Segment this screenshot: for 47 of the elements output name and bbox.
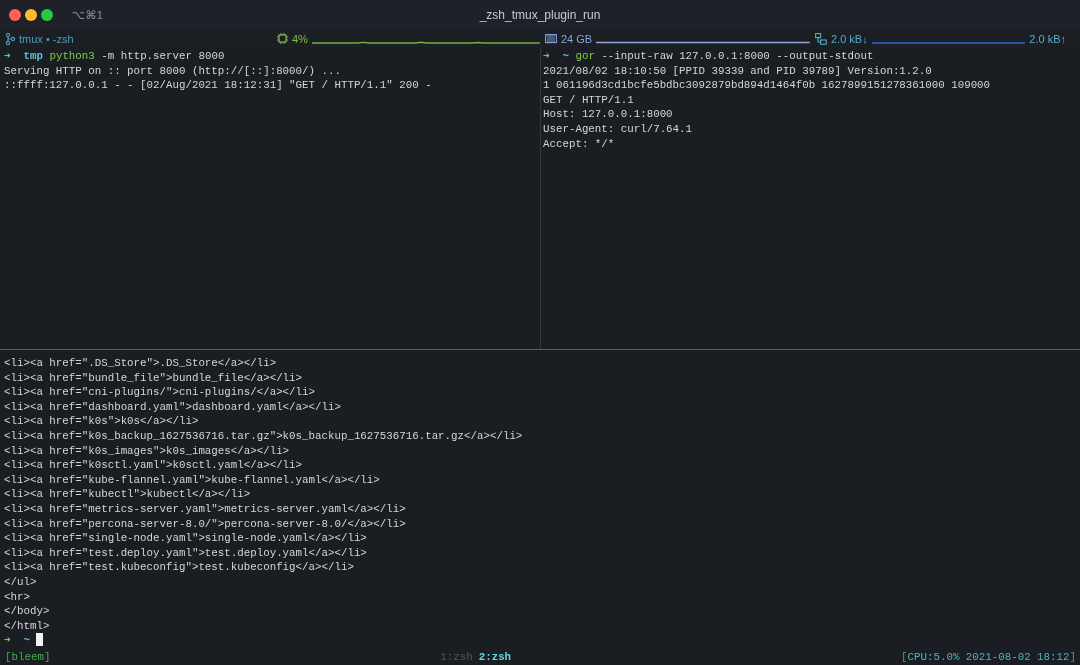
session-name: [bleem] <box>4 650 51 663</box>
output-line: <li><a href="k0s_backup_1627536716.tar.gz">k0s_backup_1627536716.tar.gz</a></li> <box>4 429 523 442</box>
output-line: <li><a href="kube-flannel.yaml">kube-flannel.yaml</a></li> <box>4 473 380 486</box>
window-tab[interactable]: 2:zsh <box>478 650 512 663</box>
output-line: ::ffff:127.0.0.1 - - [02/Aug/2021 18:12:31] "GET / HTTP/1.1" 200 - <box>4 79 432 92</box>
output-line: 2021/08/02 18:10:50 [PPID 39339 and PID 39789] Version:1.2.0 <box>543 64 932 77</box>
output-line: <li><a href="bundle_file">bundle_file</a></li> <box>4 371 303 384</box>
window-title: _zsh_tmux_plugin_run <box>479 8 601 22</box>
output-line: <li><a href="dashboard.yaml">dashboard.yaml</a></li> <box>4 400 341 413</box>
output-line: GET / HTTP/1.1 <box>543 93 634 106</box>
memory-usage-label: 24 GB <box>561 32 593 45</box>
output-line: <li><a href="k0s_images">k0s_images</a></li> <box>4 444 290 457</box>
output-line: </body> <box>4 605 50 618</box>
output-line: <li><a href="single-node.yaml">single-node.yaml</a></li> <box>4 532 367 545</box>
command-prompt: ➜ tmp python3 -m http.server 8000 <box>4 50 225 62</box>
output-line: <li><a href="percona-server-8.0/">percona-server-8.0/</a></li> <box>4 517 406 530</box>
output-line: 1 061196d3cd1bcfe5bdbc3092879bd894d1464f0b 1627899151278361000 109000 <box>543 79 991 92</box>
output-line: <li><a href="test.deploy.yaml">test.deploy.yaml</a></li> <box>4 546 367 559</box>
minimize-button[interactable] <box>25 9 37 21</box>
shortcut-label: ⌥⌘1 <box>72 8 104 22</box>
output-line: <li><a href="k0sctl.yaml">k0sctl.yaml</a></li> <box>4 459 303 472</box>
output-line: <li><a href="k0s">k0s</a></li> <box>4 415 199 428</box>
output-line: Host: 127.0.0.1:8000 <box>543 108 673 121</box>
system-info-label: [CPU:5.0% 2021-08-02 18:12] <box>901 650 1077 663</box>
command-prompt: ➜ ~ <box>4 634 30 647</box>
output-line: <li><a href="cni-plugins/">cni-plugins/</a></li> <box>4 386 315 399</box>
upload-rate-label: 2.0 kB↑ <box>1029 32 1066 45</box>
cpu-usage-label: 4% <box>292 32 308 45</box>
session-label: tmux • -zsh <box>19 32 74 45</box>
close-button[interactable] <box>9 9 21 21</box>
zoom-button[interactable] <box>41 9 53 21</box>
memory-icon <box>545 33 557 44</box>
output-line: <li><a href="kubectl">kubectl</a></li> <box>4 488 251 501</box>
branch-icon <box>5 32 15 45</box>
cpu-chip-icon <box>277 33 288 44</box>
output-line: User-Agent: curl/7.64.1 <box>543 122 693 135</box>
download-rate-label: 2.0 kB↓ <box>831 32 868 45</box>
output-line: </ul> <box>4 575 37 588</box>
output-line: <li><a href="test.kubeconfig">test.kubeconfig</a></li> <box>4 561 354 574</box>
output-line: Serving HTTP on :: port 8000 (http://[::]:8000/) ... <box>4 64 341 77</box>
network-icon <box>815 32 827 45</box>
output-line: Accept: */* <box>543 137 615 150</box>
output-line: </html> <box>4 619 50 632</box>
output-line: <li><a href="metrics-server.yaml">metrics-server.yaml</a></li> <box>4 502 406 515</box>
output-line: <hr> <box>4 590 30 603</box>
output-line: <li><a href=".DS_Store">.DS_Store</a></li> <box>4 357 277 369</box>
command-prompt: ➜ ~ gor --input-raw 127.0.0.1:8000 --output-stdout <box>543 50 874 62</box>
